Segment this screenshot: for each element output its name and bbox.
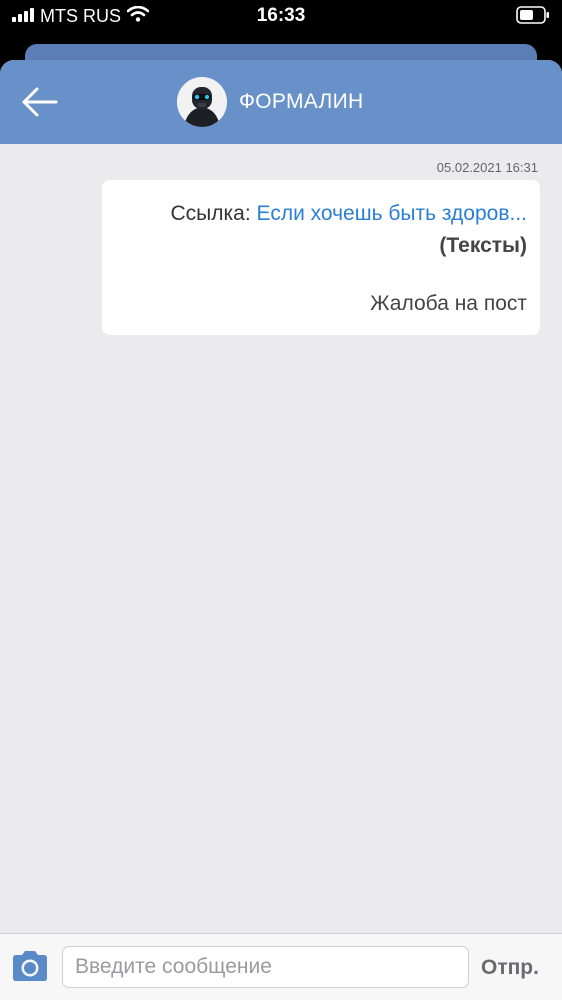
camera-icon: [13, 951, 47, 981]
chat-title: ФОРМАЛИН: [239, 90, 364, 113]
report-post-link[interactable]: Жалоба на пост: [370, 290, 527, 318]
post-category: (Тексты): [439, 234, 527, 257]
message-input[interactable]: [62, 946, 469, 988]
status-time: 16:33: [256, 5, 306, 26]
arrow-left-icon: [22, 87, 58, 117]
back-button[interactable]: [20, 84, 60, 120]
message-bubble: Ссылка: Если хочешь быть здоров... (Текс…: [102, 180, 540, 335]
avatar[interactable]: [177, 77, 227, 127]
send-button[interactable]: Отпр.: [481, 954, 539, 982]
status-bar: MTS RUS 16:33: [0, 0, 562, 34]
post-link[interactable]: Если хочешь быть здоров...: [257, 202, 527, 225]
link-prefix: Ссылка:: [170, 202, 251, 225]
nav-bar: ФОРМАЛИН: [0, 60, 562, 144]
camera-button[interactable]: [10, 948, 50, 984]
message-timestamp: 05.02.2021 16:31: [436, 160, 538, 175]
composer-bar: Отпр.: [0, 933, 562, 1000]
chat-sheet: ФОРМАЛИН 05.02.2021 16:31 Ссылка: Если х…: [0, 60, 562, 1000]
battery-icon: [516, 6, 550, 29]
message-link-line: Ссылка: Если хочешь быть здоров...: [171, 200, 527, 228]
